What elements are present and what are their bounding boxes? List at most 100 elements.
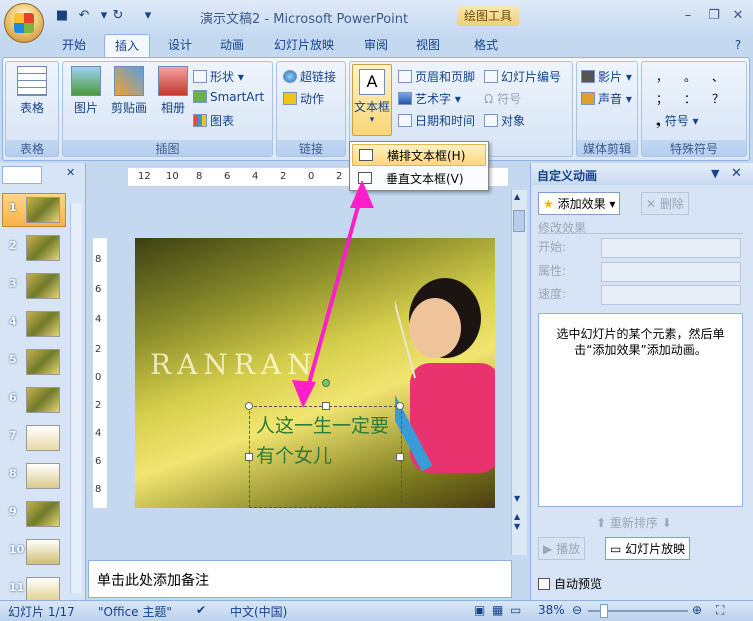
slide-canvas[interactable]: RANRAN 人这一生一定要有个女儿	[135, 238, 495, 508]
slides-panel: ✕ 1 2 3 4 5 6 7 8 9 10 11	[0, 163, 86, 603]
rotate-handle[interactable]	[322, 379, 330, 387]
datetime-button[interactable]: 日期和时间	[398, 112, 475, 129]
slide-thumbnail[interactable]	[26, 463, 60, 489]
album-button[interactable]: 相册	[155, 66, 191, 116]
tab-slideshow[interactable]: 幻灯片放映	[264, 34, 344, 58]
header-footer-button[interactable]: 页眉和页脚	[398, 68, 475, 85]
property-select[interactable]	[601, 262, 741, 282]
close-icon[interactable]: ✕	[730, 9, 746, 23]
horizontal-textbox-item[interactable]: 横排文本框(H)	[352, 144, 486, 166]
resize-handle[interactable]	[396, 453, 404, 461]
symbol-enum-comma[interactable]: 、	[712, 68, 724, 85]
scroll-up-icon[interactable]: ▲	[514, 192, 524, 202]
redo-icon[interactable]: ↻	[110, 8, 126, 24]
movie-button[interactable]: 影片 ▾	[581, 68, 632, 85]
add-effect-button[interactable]: ★ 添加效果 ▾	[538, 192, 621, 215]
customize-qat-icon[interactable]: ▾	[140, 8, 156, 24]
slide-thumbnail[interactable]	[26, 387, 60, 413]
picture-button[interactable]: 图片	[67, 66, 105, 116]
tab-review[interactable]: 审阅	[354, 34, 398, 58]
spellcheck-icon[interactable]: ✔	[196, 603, 206, 617]
help-icon[interactable]: ?	[730, 34, 746, 58]
hyperlink-button[interactable]: 超链接	[283, 68, 336, 85]
vertical-textbox-icon	[358, 172, 372, 184]
speed-select[interactable]	[601, 285, 741, 305]
delete-button[interactable]: ✕ 删除	[641, 192, 689, 215]
undo-icon[interactable]: ↶	[76, 8, 92, 24]
play-button[interactable]: ▶ 播放	[538, 537, 586, 560]
scroll-thumb[interactable]	[513, 210, 525, 232]
tab-home[interactable]: 开始	[52, 34, 96, 58]
maximize-icon[interactable]: ❐	[706, 9, 722, 23]
slide-thumbnail[interactable]	[26, 273, 60, 299]
slide-thumbnail[interactable]	[26, 425, 60, 451]
fit-window-icon[interactable]: ⛶	[716, 603, 724, 618]
group-label: 链接	[277, 140, 345, 156]
clipart-button[interactable]: 剪贴画	[107, 66, 151, 116]
symbol-comma[interactable]: ，	[656, 68, 668, 85]
close-panel-icon[interactable]: ✕	[66, 166, 80, 184]
symbol-question[interactable]: ？	[712, 90, 724, 107]
zoom-slider-thumb[interactable]	[600, 604, 608, 618]
table-button[interactable]: 表格	[10, 66, 54, 116]
action-icon	[283, 92, 297, 105]
symbol-period[interactable]: 。	[684, 68, 696, 85]
zoom-in-icon[interactable]: ⊕	[692, 603, 702, 617]
slideshow-button[interactable]: ▭ 幻灯片放映	[605, 537, 691, 560]
close-icon[interactable]: ✕	[731, 166, 742, 181]
selected-textbox[interactable]: 人这一生一定要有个女儿	[245, 379, 404, 508]
slide-number: 3	[9, 277, 17, 290]
minimize-icon[interactable]: –	[680, 9, 696, 23]
slide-thumbnail[interactable]	[26, 197, 60, 223]
slide-thumbnail[interactable]	[26, 235, 60, 261]
slides-scrollbar[interactable]	[70, 203, 82, 593]
omega-icon: Ω	[484, 92, 494, 106]
tab-format[interactable]: 格式	[464, 34, 508, 58]
vertical-textbox-item[interactable]: 垂直文本框(V)	[352, 168, 486, 190]
slide-number-button[interactable]: 幻灯片编号	[484, 68, 561, 85]
textbox-content[interactable]: 人这一生一定要有个女儿	[256, 411, 400, 471]
action-button[interactable]: 动作	[283, 90, 324, 107]
office-button[interactable]	[4, 3, 44, 43]
wordart-button[interactable]: 艺术字 ▾	[398, 90, 461, 107]
prev-next-slide-icon[interactable]: ▲ ▼	[514, 512, 524, 542]
tab-insert[interactable]: 插入	[104, 34, 150, 58]
scroll-down-icon[interactable]: ▼	[514, 494, 524, 504]
symbol-colon[interactable]: ：	[684, 90, 696, 107]
tab-design[interactable]: 设计	[158, 34, 202, 58]
ruler-tick: 10	[166, 171, 179, 182]
slide-number: 6	[9, 391, 17, 404]
tab-view[interactable]: 视图	[406, 34, 450, 58]
view-normal-icon[interactable]: ▣	[474, 603, 485, 617]
slide-thumbnail[interactable]	[26, 349, 60, 375]
resize-handle[interactable]	[322, 402, 330, 410]
slide-thumbnail[interactable]	[26, 539, 60, 565]
object-button[interactable]: 对象	[484, 112, 525, 129]
slide-thumbnail[interactable]	[26, 501, 60, 527]
chart-button[interactable]: 图表	[193, 112, 234, 129]
slides-tab[interactable]	[2, 166, 42, 184]
resize-handle[interactable]	[245, 453, 253, 461]
resize-handle[interactable]	[396, 402, 404, 410]
start-select[interactable]	[601, 238, 741, 258]
slide-thumbnail[interactable]	[26, 311, 60, 337]
reorder-control[interactable]: ⬆ 重新排序 ⬇	[591, 511, 677, 534]
tab-animation[interactable]: 动画	[210, 34, 254, 58]
slide-scrollbar[interactable]: ▲ ▼ ▲ ▼	[511, 190, 527, 555]
notes-pane[interactable]: 单击此处添加备注	[88, 560, 512, 598]
symbol-button-disabled[interactable]: Ω 符号	[484, 90, 521, 107]
zoom-out-icon[interactable]: ⊖	[572, 603, 582, 617]
special-symbol-button[interactable]: ❟ 符号 ▾	[656, 112, 699, 129]
smartart-button[interactable]: SmartArt	[193, 90, 264, 104]
sound-button[interactable]: 声音 ▾	[581, 90, 632, 107]
view-sorter-icon[interactable]: ▦	[492, 603, 503, 617]
autopreview-checkbox[interactable]: 自动预览	[538, 575, 602, 592]
ruler-tick: 2	[95, 344, 102, 355]
pane-menu-icon[interactable]: ▼	[711, 167, 719, 180]
symbol-semicolon[interactable]: ；	[656, 90, 668, 107]
save-icon[interactable]: ■	[54, 8, 70, 24]
shapes-button[interactable]: 形状 ▾	[193, 68, 244, 85]
view-slideshow-icon[interactable]: ▭	[510, 603, 521, 617]
textbox-button[interactable]: A 文本框 ▾	[352, 64, 392, 136]
resize-handle[interactable]	[245, 402, 253, 410]
